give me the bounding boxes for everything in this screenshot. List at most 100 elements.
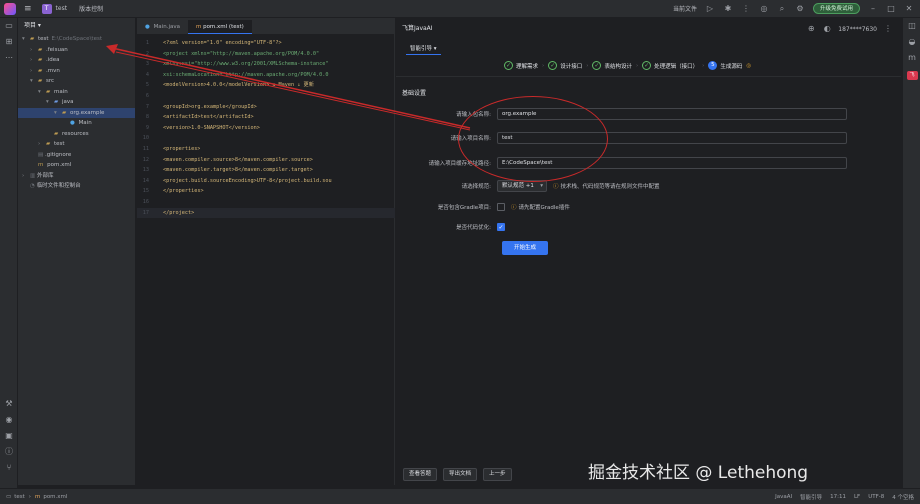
build-icon[interactable]: ⚒: [0, 396, 18, 412]
project-badge[interactable]: T: [41, 3, 52, 14]
user-avatar-icon[interactable]: ◐: [822, 24, 832, 34]
services-icon[interactable]: ◉: [0, 412, 18, 428]
tree-scratches[interactable]: ◔ 临时文件和控制台: [18, 181, 135, 192]
status-item[interactable]: 17:11: [830, 494, 846, 500]
tree-external-libs[interactable]: › ▥ 外部库: [18, 171, 135, 182]
code-line[interactable]: 3 xmlns:xsi="http://www.w3.org/2001/XMLS…: [137, 59, 395, 70]
code-line[interactable]: 14 <project.build.sourceEncoding>UTF-8</…: [137, 176, 395, 187]
code-line[interactable]: 2 <project xmlns="http://maven.apache.org…: [137, 49, 395, 60]
code-line[interactable]: 17 </project>: [137, 207, 395, 219]
more-tools-icon[interactable]: ⋯: [0, 50, 18, 66]
tree-mvn[interactable]: › ▰ .mvn: [18, 66, 135, 77]
status-item[interactable]: LF: [854, 494, 860, 500]
terminal-icon[interactable]: ▣: [0, 428, 18, 444]
expand-chevron-icon[interactable]: ▾: [38, 87, 46, 98]
tree-src[interactable]: ▾ ▰ src: [18, 76, 135, 87]
database-icon[interactable]: ◒: [903, 34, 920, 50]
expand-chevron-icon[interactable]: ›: [30, 45, 38, 56]
search-icon[interactable]: ⌕: [777, 4, 787, 14]
optimize-checkbox[interactable]: ✓: [497, 223, 505, 231]
expand-chevron-icon[interactable]: ▾: [54, 108, 62, 119]
view-answers-button[interactable]: 查看答题: [403, 468, 438, 481]
expand-chevron-icon[interactable]: ▾: [46, 97, 54, 108]
ai-icon[interactable]: ◎: [759, 4, 769, 14]
step-2[interactable]: ✓ 设计接口: [548, 61, 582, 70]
current-file-selector[interactable]: 当前文件: [673, 4, 697, 13]
tab-smart-guide[interactable]: 智能引导 ▾: [406, 42, 441, 55]
step-3[interactable]: ✓ 表结构设计: [592, 61, 632, 70]
code-line[interactable]: 12 <maven.compiler.source>8</maven.compi…: [137, 155, 395, 166]
structure-icon[interactable]: ⊞: [0, 34, 18, 50]
tree-main[interactable]: ▾ ▰ main: [18, 87, 135, 98]
git-icon[interactable]: ⑂: [0, 460, 18, 476]
java-class-icon: ●: [145, 24, 152, 30]
version-control-menu[interactable]: 版本控制: [79, 4, 103, 13]
step-5[interactable]: 5 生成源码: [708, 61, 742, 70]
tree-main-class[interactable]: ● Main: [18, 118, 135, 129]
code-line[interactable]: 6: [137, 91, 395, 102]
tree-java[interactable]: ▾ ▰ java: [18, 97, 135, 108]
code-line[interactable]: 8 <artifactId>test</artifactId>: [137, 112, 395, 123]
expand-chevron-icon[interactable]: ›: [30, 66, 38, 77]
gradle-checkbox[interactable]: [497, 203, 505, 211]
code-line[interactable]: 13 <maven.compiler.target>8</maven.compi…: [137, 165, 395, 176]
ide-logo-icon[interactable]: [4, 2, 16, 15]
expand-chevron-icon[interactable]: ›: [38, 139, 46, 150]
expand-chevron-icon[interactable]: ▾: [22, 34, 30, 45]
status-item[interactable]: UTF-8: [868, 494, 884, 500]
code-line[interactable]: 16: [137, 197, 395, 208]
project-panel-title[interactable]: 项目 ▾: [18, 18, 135, 34]
code-line[interactable]: 1 <?xml version="1.0" encoding="UTF-8"?>: [137, 38, 395, 49]
tree-pom[interactable]: m pom.xml: [18, 160, 135, 171]
minimize-icon[interactable]: –: [868, 4, 878, 14]
editor-tab[interactable]: ● Main.java: [137, 20, 188, 34]
project-name[interactable]: test: [56, 5, 68, 12]
upgrade-button[interactable]: 升级免费试用: [812, 3, 860, 14]
breadcrumb-project[interactable]: test: [14, 494, 25, 500]
tree-org-example[interactable]: ▾ ▰ org.example: [18, 107, 135, 119]
tree-resources[interactable]: ▰ resources: [18, 129, 135, 140]
step-4[interactable]: ✓ 处理逻辑（接口）: [642, 61, 698, 70]
tree-test[interactable]: ▾ ▰ test E:\CodeSpace\test: [18, 34, 135, 45]
run-icon[interactable]: ▷: [705, 4, 715, 14]
code-line[interactable]: 9 <version>1.0-SNAPSHOT</version>: [137, 123, 395, 134]
expand-chevron-icon[interactable]: ›: [30, 55, 38, 66]
maximize-icon[interactable]: □: [886, 4, 896, 14]
debug-icon[interactable]: ✱: [723, 4, 733, 14]
user-phone[interactable]: 187****7630: [838, 26, 877, 33]
code-line[interactable]: 11 <properties>: [137, 144, 395, 155]
tree-feisuan[interactable]: › ▰ .feisuan: [18, 45, 135, 56]
code-line[interactable]: 15 </properties>: [137, 186, 395, 197]
more-icon[interactable]: ⋮: [883, 24, 893, 34]
breadcrumb-file[interactable]: pom.xml: [43, 494, 67, 500]
close-icon[interactable]: ✕: [904, 4, 914, 14]
export-doc-button[interactable]: 导出文档: [443, 468, 478, 481]
add-icon[interactable]: ⊕: [806, 24, 816, 34]
settings-icon[interactable]: ⚙: [795, 4, 805, 14]
code-line[interactable]: 10: [137, 133, 395, 144]
status-item[interactable]: 智能引导: [800, 493, 822, 501]
expand-chevron-icon[interactable]: ▾: [30, 76, 38, 87]
tree-idea[interactable]: › ▰ .idea: [18, 55, 135, 66]
maven-icon[interactable]: m: [903, 50, 920, 66]
problems-icon[interactable]: ⓘ: [0, 444, 18, 460]
status-item[interactable]: 4 个空格: [892, 493, 914, 501]
more-icon[interactable]: ⋮: [741, 4, 751, 14]
tree-test-dir[interactable]: › ▰ test: [18, 139, 135, 150]
project-folder-icon[interactable]: ▭: [0, 18, 18, 34]
previous-step-button[interactable]: 上一步: [483, 468, 512, 481]
hamburger-menu-icon[interactable]: ≡: [24, 4, 32, 14]
code-line[interactable]: 7 <groupId>org.example</groupId>: [137, 102, 395, 113]
expand-chevron-icon[interactable]: ›: [22, 171, 30, 182]
code-line[interactable]: 5 <modelVersion>4.0.0</modelVersion> ⇅ M…: [137, 80, 395, 91]
code-area[interactable]: 1 <?xml version="1.0" encoding="UTF-8"?> 2…: [137, 38, 395, 219]
step-label: 表结构设计: [604, 63, 632, 70]
tree-gitignore[interactable]: ▤ .gitignore: [18, 150, 135, 161]
editor-tab[interactable]: m pom.xml (test): [187, 20, 252, 34]
notifications-icon[interactable]: ◫: [903, 18, 920, 34]
ai-assistant-icon[interactable]: 飞: [903, 66, 920, 82]
status-item[interactable]: JavaAI: [775, 494, 792, 500]
code-line[interactable]: 4 xsi:schemaLocation="http://maven.apach…: [137, 70, 395, 81]
step-1[interactable]: ✓ 理解需求: [504, 61, 538, 70]
generate-button[interactable]: 开始生成: [502, 241, 548, 255]
